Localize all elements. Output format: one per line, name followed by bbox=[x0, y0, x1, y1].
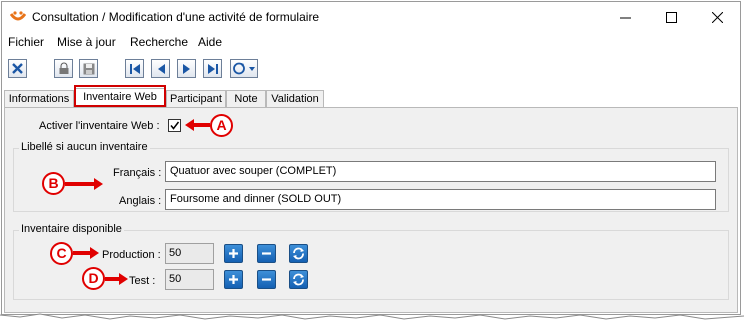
refresh-icon bbox=[293, 247, 304, 260]
torn-edge-decoration bbox=[0, 313, 744, 334]
activer-label: Activer l'inventaire Web : bbox=[39, 120, 160, 132]
app-logo-icon bbox=[10, 11, 26, 21]
production-input[interactable]: 50 bbox=[165, 243, 214, 264]
close-button[interactable] bbox=[8, 59, 27, 78]
minimize-icon bbox=[619, 17, 631, 18]
checkmark-icon bbox=[170, 121, 180, 130]
test-decrement-button[interactable] bbox=[257, 270, 276, 289]
callout-d-arrow bbox=[105, 277, 120, 281]
first-record-icon bbox=[129, 63, 140, 74]
application-window: Consultation / Modification d'une activi… bbox=[1, 1, 741, 315]
plus-icon bbox=[229, 275, 238, 284]
tab-note[interactable]: Note bbox=[226, 90, 266, 108]
previous-record-icon bbox=[157, 63, 165, 74]
toolbar bbox=[2, 54, 740, 84]
anglais-label: Anglais : bbox=[119, 195, 162, 207]
minimize-button[interactable] bbox=[602, 2, 648, 32]
callout-b-arrow-head bbox=[94, 178, 103, 190]
save-button[interactable] bbox=[79, 59, 98, 78]
callout-c: C bbox=[50, 242, 73, 265]
last-record-button[interactable] bbox=[203, 59, 222, 78]
next-record-icon bbox=[182, 63, 190, 74]
next-record-button[interactable] bbox=[177, 59, 196, 78]
francais-label: Français : bbox=[113, 167, 162, 179]
test-input[interactable]: 50 bbox=[165, 269, 214, 290]
callout-c-arrow bbox=[73, 251, 91, 255]
activer-inventaire-checkbox[interactable] bbox=[168, 119, 181, 132]
inventaire-disponible-group bbox=[13, 230, 729, 300]
close-icon bbox=[711, 11, 723, 23]
callout-a: A bbox=[210, 114, 233, 137]
refresh-dropdown-icon bbox=[233, 62, 255, 75]
callout-b-arrow bbox=[65, 182, 95, 186]
callout-c-arrow-head bbox=[90, 247, 99, 259]
close-icon bbox=[12, 63, 23, 74]
menu-mise-a-jour[interactable]: Mise à jour bbox=[57, 35, 116, 49]
production-label: Production : bbox=[102, 249, 161, 261]
callout-d: D bbox=[82, 267, 105, 290]
maximize-button[interactable] bbox=[648, 2, 694, 32]
minus-icon bbox=[262, 252, 271, 255]
tab-validation[interactable]: Validation bbox=[266, 90, 324, 108]
production-refresh-button[interactable] bbox=[289, 244, 308, 263]
test-label: Test : bbox=[129, 275, 156, 287]
plus-icon bbox=[229, 249, 238, 258]
inventaire-disponible-title: Inventaire disponible bbox=[19, 223, 124, 235]
production-decrement-button[interactable] bbox=[257, 244, 276, 263]
callout-d-arrow-head bbox=[119, 273, 128, 285]
tab-panel-inventaire-web: Activer l'inventaire Web : Libellé si au… bbox=[4, 107, 738, 313]
tab-participant[interactable]: Participant bbox=[166, 90, 226, 108]
active-tab-highlight bbox=[74, 85, 166, 107]
menu-recherche[interactable]: Recherche bbox=[130, 35, 188, 49]
lock-icon bbox=[59, 62, 68, 74]
test-increment-button[interactable] bbox=[224, 270, 243, 289]
minus-icon bbox=[262, 278, 271, 281]
test-refresh-button[interactable] bbox=[289, 270, 308, 289]
menu-fichier[interactable]: Fichier bbox=[8, 35, 44, 49]
maximize-icon bbox=[665, 11, 677, 23]
first-record-button[interactable] bbox=[125, 59, 144, 78]
production-increment-button[interactable] bbox=[224, 244, 243, 263]
window-title: Consultation / Modification d'une activi… bbox=[32, 10, 320, 24]
anglais-input[interactable]: Foursome and dinner (SOLD OUT) bbox=[165, 189, 716, 210]
francais-input[interactable]: Quatuor avec souper (COMPLET) bbox=[165, 161, 716, 182]
refresh-icon bbox=[293, 273, 304, 286]
refresh-dropdown-button[interactable] bbox=[230, 59, 258, 78]
menu-aide[interactable]: Aide bbox=[198, 35, 222, 49]
tab-informations[interactable]: Informations bbox=[4, 90, 74, 108]
previous-record-button[interactable] bbox=[151, 59, 170, 78]
callout-a-arrow bbox=[193, 123, 210, 127]
save-icon bbox=[83, 63, 94, 74]
title-bar: Consultation / Modification d'une activi… bbox=[2, 2, 740, 32]
lock-button[interactable] bbox=[54, 59, 73, 78]
callout-b: B bbox=[42, 172, 65, 195]
close-window-button[interactable] bbox=[694, 2, 740, 32]
last-record-icon bbox=[207, 63, 218, 74]
libelle-group-title: Libellé si aucun inventaire bbox=[19, 141, 150, 153]
menu-bar: Fichier Mise à jour Recherche Aide bbox=[2, 32, 740, 52]
